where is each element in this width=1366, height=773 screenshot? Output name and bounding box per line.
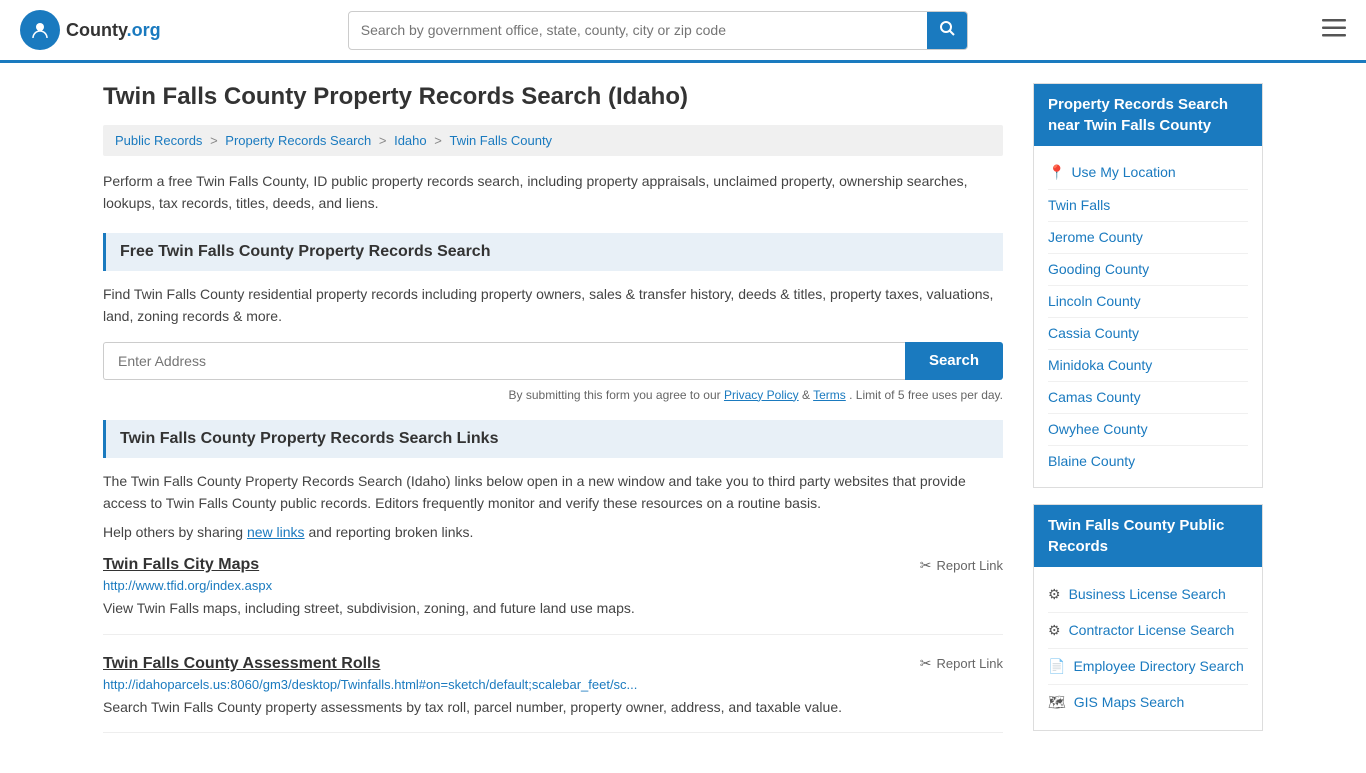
content-area: Twin Falls County Property Records Searc… — [103, 83, 1003, 753]
links-intro: The Twin Falls County Property Records S… — [103, 470, 1003, 515]
nearby-counties-title: Property Records Search near Twin Falls … — [1034, 84, 1262, 146]
record-url-2[interactable]: http://idahoparcels.us:8060/gm3/desktop/… — [103, 677, 1003, 692]
report-link-btn-2[interactable]: ✂ Report Link — [920, 655, 1003, 672]
nearby-counties-box: Property Records Search near Twin Falls … — [1033, 83, 1263, 488]
record-link-item: Twin Falls City Maps ✂ Report Link http:… — [103, 556, 1003, 634]
business-license-link[interactable]: Business License Search — [1069, 584, 1226, 605]
breadcrumb-property-records-search[interactable]: Property Records Search — [225, 133, 371, 148]
public-link-business-license: ⚙ Business License Search — [1048, 577, 1248, 613]
business-license-icon: ⚙ — [1048, 586, 1061, 603]
record-desc-2: Search Twin Falls County property assess… — [103, 696, 1003, 718]
sidebar-county-lincoln: Lincoln County — [1048, 286, 1248, 318]
intro-text: Perform a free Twin Falls County, ID pub… — [103, 170, 1003, 215]
public-link-gis-maps: 🗺 GIS Maps Search — [1048, 685, 1248, 720]
search-button[interactable]: Search — [905, 342, 1003, 380]
county-link-cassia[interactable]: Cassia County — [1048, 325, 1139, 341]
public-records-box: Twin Falls County Public Records ⚙ Busin… — [1033, 504, 1263, 731]
report-link-btn-1[interactable]: ✂ Report Link — [920, 557, 1003, 574]
sidebar: Property Records Search near Twin Falls … — [1033, 83, 1263, 753]
county-link-blaine[interactable]: Blaine County — [1048, 453, 1135, 469]
county-link-jerome[interactable]: Jerome County — [1048, 229, 1143, 245]
logo-icon — [20, 10, 60, 50]
county-link-camas[interactable]: Camas County — [1048, 389, 1141, 405]
public-link-contractor-license: ⚙ Contractor License Search — [1048, 613, 1248, 649]
county-link-minidoka[interactable]: Minidoka County — [1048, 357, 1152, 373]
sidebar-county-owyhee: Owyhee County — [1048, 414, 1248, 446]
terms-link[interactable]: Terms — [813, 388, 846, 402]
header-search-container — [348, 11, 968, 50]
links-section-header: Twin Falls County Property Records Searc… — [103, 420, 1003, 458]
links-section: Twin Falls City Maps ✂ Report Link http:… — [103, 556, 1003, 733]
use-my-location-link[interactable]: Use My Location — [1071, 162, 1175, 183]
public-records-title: Twin Falls County Public Records — [1034, 505, 1262, 567]
breadcrumb: Public Records > Property Records Search… — [103, 125, 1003, 156]
public-link-employee-directory: 📄 Employee Directory Search — [1048, 649, 1248, 685]
county-link-twin-falls[interactable]: Twin Falls — [1048, 197, 1110, 213]
record-link-title-1[interactable]: Twin Falls City Maps — [103, 556, 259, 574]
county-link-owyhee[interactable]: Owyhee County — [1048, 421, 1148, 437]
new-links-link[interactable]: new links — [247, 524, 305, 540]
share-text: Help others by sharing new links and rep… — [103, 524, 1003, 540]
breadcrumb-public-records[interactable]: Public Records — [115, 133, 202, 148]
contractor-license-link[interactable]: Contractor License Search — [1069, 620, 1235, 641]
page-title: Twin Falls County Property Records Searc… — [103, 83, 1003, 111]
report-icon-2: ✂ — [920, 655, 932, 672]
employee-directory-icon: 📄 — [1048, 658, 1065, 675]
contractor-license-icon: ⚙ — [1048, 622, 1061, 639]
gis-maps-link[interactable]: GIS Maps Search — [1074, 692, 1185, 713]
address-input[interactable] — [103, 342, 905, 380]
privacy-policy-link[interactable]: Privacy Policy — [724, 388, 799, 402]
sidebar-county-gooding: Gooding County — [1048, 254, 1248, 286]
main-layout: Twin Falls County Property Records Searc… — [83, 63, 1283, 773]
sidebar-county-jerome: Jerome County — [1048, 222, 1248, 254]
record-url-1[interactable]: http://www.tfid.org/index.aspx — [103, 578, 1003, 593]
form-terms: By submitting this form you agree to our… — [103, 388, 1003, 402]
free-section-header: Free Twin Falls County Property Records … — [103, 233, 1003, 271]
county-link-lincoln[interactable]: Lincoln County — [1048, 293, 1141, 309]
sidebar-county-blaine: Blaine County — [1048, 446, 1248, 477]
county-link-gooding[interactable]: Gooding County — [1048, 261, 1149, 277]
logo-link[interactable]: County.org — [20, 10, 161, 50]
menu-icon[interactable] — [1322, 17, 1346, 43]
nearby-counties-content: 📍 Use My Location Twin Falls Jerome Coun… — [1034, 146, 1262, 487]
record-link-item-2: Twin Falls County Assessment Rolls ✂ Rep… — [103, 655, 1003, 733]
header-search-button[interactable] — [927, 12, 967, 49]
sidebar-county-twin-falls: Twin Falls — [1048, 190, 1248, 222]
sidebar-county-cassia: Cassia County — [1048, 318, 1248, 350]
public-records-content: ⚙ Business License Search ⚙ Contractor L… — [1034, 567, 1262, 730]
location-pin-icon: 📍 — [1048, 164, 1065, 181]
breadcrumb-idaho[interactable]: Idaho — [394, 133, 427, 148]
use-my-location-item: 📍 Use My Location — [1048, 156, 1248, 190]
address-form: Search — [103, 342, 1003, 380]
record-desc-1: View Twin Falls maps, including street, … — [103, 597, 1003, 619]
site-header: County.org — [0, 0, 1366, 63]
report-icon-1: ✂ — [920, 557, 932, 574]
logo-text: County.org — [66, 20, 161, 41]
header-search-input[interactable] — [349, 14, 927, 46]
sidebar-county-camas: Camas County — [1048, 382, 1248, 414]
free-section-desc: Find Twin Falls County residential prope… — [103, 283, 1003, 328]
record-link-title-2[interactable]: Twin Falls County Assessment Rolls — [103, 655, 380, 673]
employee-directory-link[interactable]: Employee Directory Search — [1073, 656, 1243, 677]
gis-maps-icon: 🗺 — [1048, 694, 1066, 711]
sidebar-county-minidoka: Minidoka County — [1048, 350, 1248, 382]
breadcrumb-twin-falls-county[interactable]: Twin Falls County — [449, 133, 552, 148]
